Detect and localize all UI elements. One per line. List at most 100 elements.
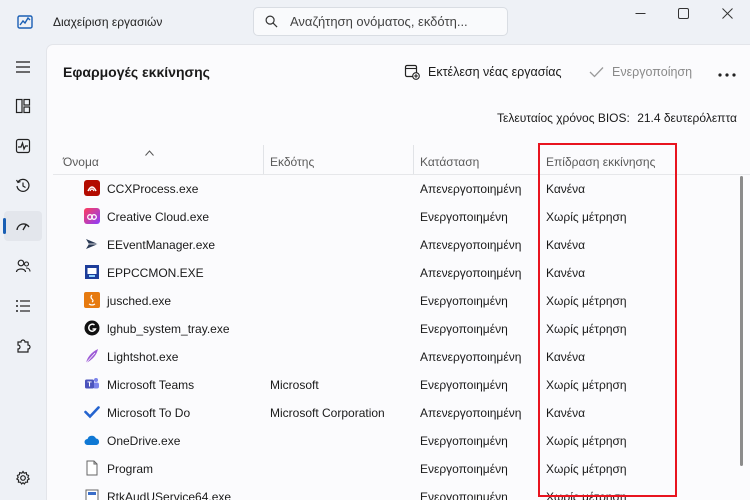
sidebar-item-services[interactable] [4,331,42,361]
startup-gauge-icon [16,223,30,231]
run-new-task-label: Εκτέλεση νέας εργασίας [428,65,562,79]
minimize-button[interactable] [617,4,663,22]
maximize-button[interactable] [660,4,706,22]
enable-button[interactable]: Ενεργοποίηση [589,61,692,83]
app-status: Απενεργοποιημένη [420,182,522,196]
sidebar-item-settings[interactable] [4,463,42,493]
epson-monitor-icon [84,264,100,280]
app-publisher: Microsoft [270,378,319,392]
search-box[interactable] [253,7,508,36]
teams-icon: T [84,376,100,392]
table-row[interactable]: OneDrive.exe Ενεργοποιημένη Χωρίς μέτρησ… [47,426,747,454]
app-impact: Χωρίς μέτρηση [546,434,627,448]
app-status: Ενεργοποιημένη [420,322,508,336]
table-row[interactable]: T Microsoft Teams Microsoft Ενεργοποιημέ… [47,370,747,398]
app-impact: Κανένα [546,350,586,364]
column-divider[interactable] [413,145,414,175]
bios-time: Τελευταίος χρόνος BIOS: 21.4 δευτερόλεπτ… [497,111,737,125]
search-icon [265,15,278,28]
run-new-task-button[interactable]: Εκτέλεση νέας εργασίας [404,61,562,83]
sidebar-item-performance[interactable] [4,131,42,161]
lightshot-feather-icon [84,348,100,364]
title-bar: Διαχείριση εργασιών [0,0,750,44]
sidebar-item-processes[interactable] [4,91,42,121]
users-icon [15,259,31,273]
java-icon [84,292,100,308]
sidebar-item-startup-apps[interactable] [4,211,42,241]
more-options-button[interactable] [717,67,737,77]
enable-label: Ενεργοποίηση [612,65,693,79]
app-status: Ενεργοποιημένη [420,378,508,392]
run-task-icon [404,64,420,80]
table-row[interactable]: CCXProcess.exe Απενεργοποιημένη Κανένα [47,174,747,202]
maximize-icon [677,7,689,19]
app-name: CCXProcess.exe [107,182,199,196]
app-status: Απενεργοποιημένη [420,266,522,280]
app-impact: Χωρίς μέτρηση [546,294,627,308]
vertical-scrollbar[interactable] [740,176,743,466]
active-indicator [3,218,6,234]
app-status: Απενεργοποιημένη [420,350,522,364]
table-row[interactable]: lghub_system_tray.exe Ενεργοποιημένη Χωρ… [47,314,747,342]
checkmark-icon [589,67,604,78]
app-impact: Χωρίς μέτρηση [546,462,627,476]
performance-icon [15,138,31,154]
app-status: Ενεργοποιημένη [420,490,508,500]
close-button[interactable] [704,4,750,22]
logitech-icon [84,320,100,336]
app-impact: Χωρίς μέτρηση [546,378,627,392]
search-input[interactable] [290,14,500,29]
app-name: Microsoft To Do [107,406,191,420]
column-header-name[interactable]: Όνομα [63,155,99,173]
table-row[interactable]: RtkAudUService64.exe Ενεργοποιημένη Χωρί… [47,482,747,500]
startup-apps-table: CCXProcess.exe Απενεργοποιημένη Κανένα C… [47,174,747,500]
column-header-status[interactable]: Κατάσταση [420,155,479,173]
app-impact: Κανένα [546,406,586,420]
column-header-publisher[interactable]: Εκδότης [270,155,314,173]
app-status: Ενεργοποιημένη [420,210,508,224]
onedrive-cloud-icon [84,432,100,448]
column-divider[interactable] [263,145,264,175]
app-name: OneDrive.exe [107,434,181,448]
app-status: Ενεργοποιημένη [420,434,508,448]
table-row[interactable]: Program Ενεργοποιημένη Χωρίς μέτρηση [47,454,747,482]
sidebar-item-app-history[interactable] [4,171,42,201]
event-manager-icon [84,236,100,252]
hamburger-menu-button[interactable] [4,52,42,82]
minimize-icon [635,12,645,14]
app-title: Διαχείριση εργασιών [53,15,163,29]
app-name: EPPCCMON.EXE [107,266,204,280]
sidebar-item-details[interactable] [4,291,42,321]
app-impact: Χωρίς μέτρηση [546,210,627,224]
hamburger-icon [16,61,30,73]
table-row[interactable]: Lightshot.exe Απενεργοποιημένη Κανένα [47,342,747,370]
app-name: Program [107,462,154,476]
app-impact: Χωρίς μέτρηση [546,322,627,336]
table-row[interactable]: jusched.exe Ενεργοποιημένη Χωρίς μέτρηση [47,286,747,314]
more-dots-icon [718,73,736,77]
table-row[interactable]: Creative Cloud.exe Ενεργοποιημένη Χωρίς … [47,202,747,230]
app-name: EEventManager.exe [107,238,216,252]
app-status: Απενεργοποιημένη [420,238,522,252]
bios-label: Τελευταίος χρόνος BIOS: [497,111,630,125]
blank-file-icon [84,460,100,476]
app-name: jusched.exe [107,294,172,308]
sidebar-item-users[interactable] [4,251,42,281]
app-name: RtkAudUService64.exe [107,490,232,500]
table-row[interactable]: EPPCCMON.EXE Απενεργοποιημένη Κανένα [47,258,747,286]
table-row[interactable]: Microsoft To Do Microsoft Corporation Απ… [47,398,747,426]
table-row[interactable]: EEventManager.exe Απενεργοποιημένη Κανέν… [47,230,747,258]
history-clock-icon [15,178,30,192]
app-publisher: Microsoft Corporation [270,406,385,420]
creative-cloud-icon [84,208,100,224]
task-manager-icon [17,14,33,30]
column-header-startup-impact[interactable]: Επίδραση εκκίνησης [546,155,655,173]
sidebar [0,44,46,500]
todo-check-icon [84,404,100,420]
processes-grid-icon [15,98,31,114]
app-status: Ενεργοποιημένη [420,294,508,308]
ccx-icon [84,180,100,196]
column-divider[interactable] [538,145,539,175]
app-impact: Κανένα [546,266,586,280]
app-name: Microsoft Teams [107,378,195,392]
